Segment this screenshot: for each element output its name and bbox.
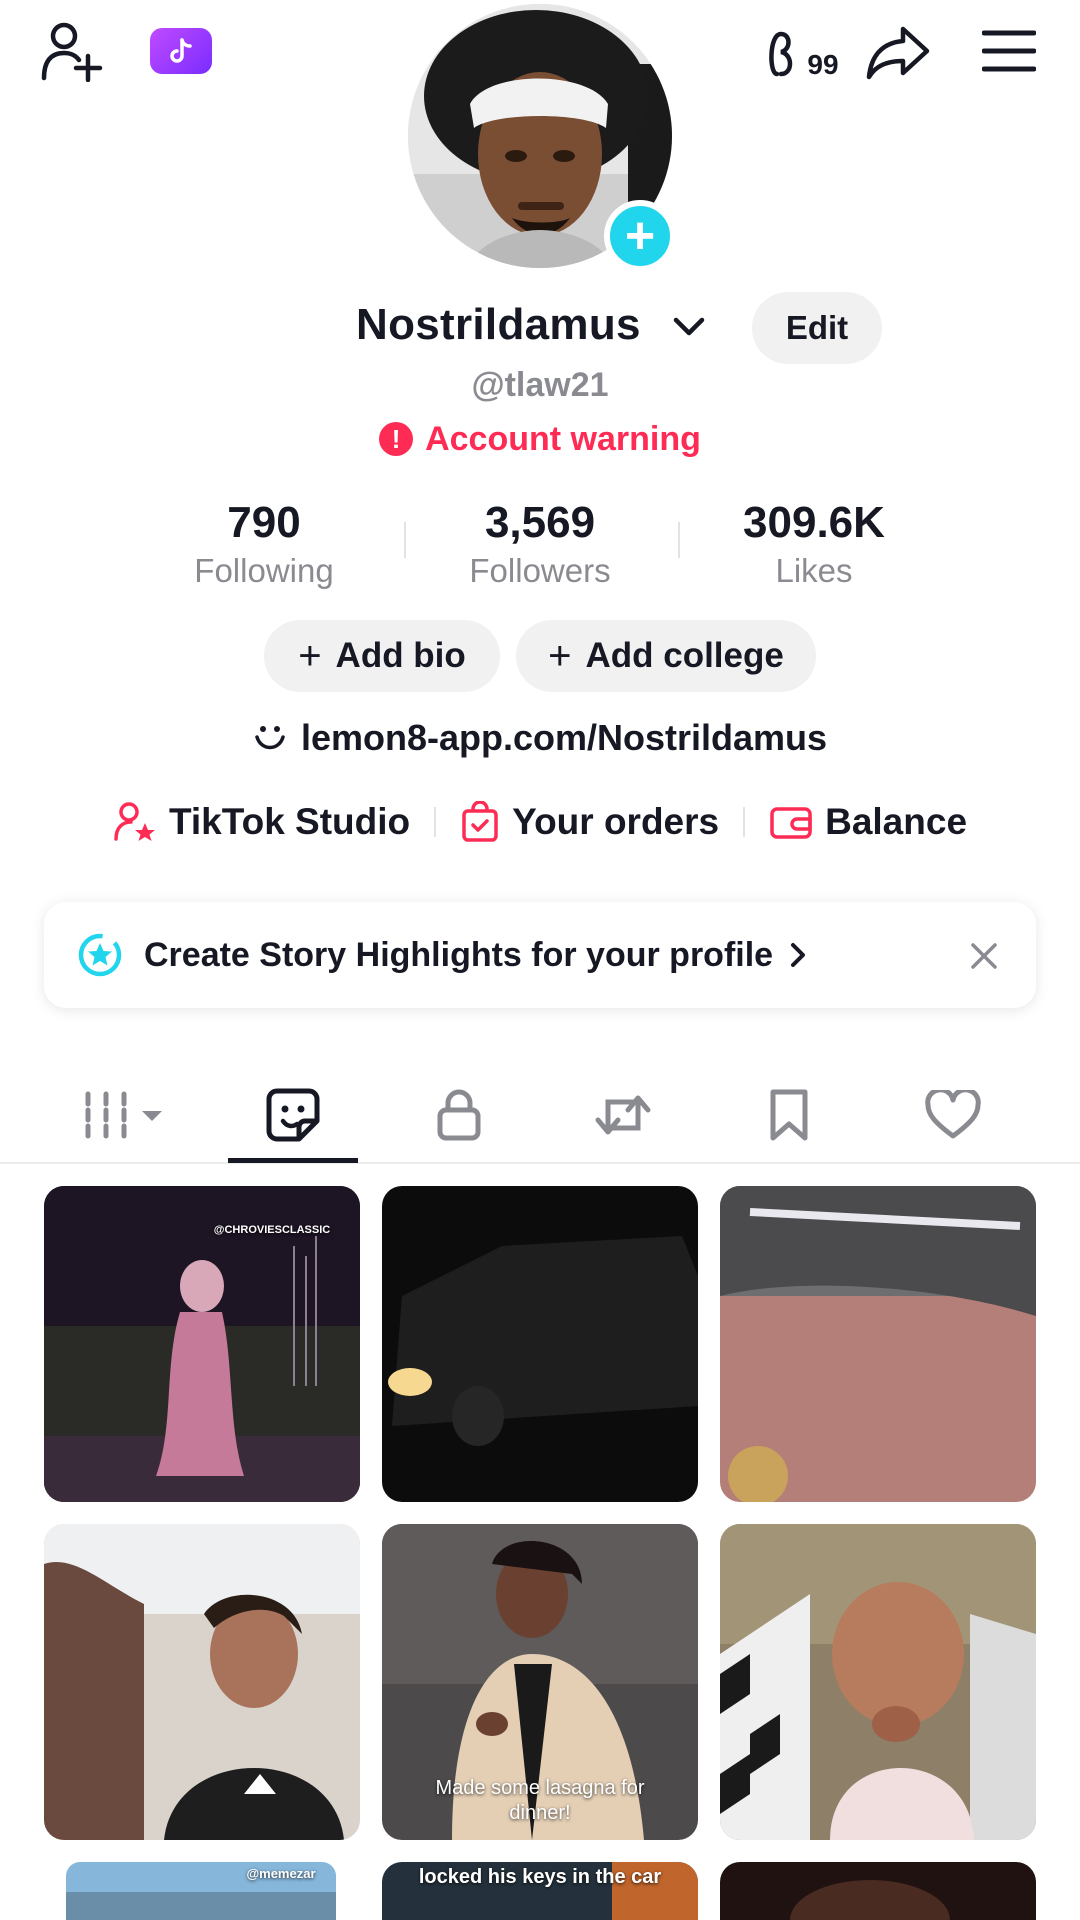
- add-friend-button[interactable]: [36, 18, 106, 84]
- tab-stickers[interactable]: [228, 1070, 358, 1163]
- visitors-count: 99: [807, 49, 839, 80]
- warning-icon: !: [379, 422, 414, 456]
- plus-icon: +: [624, 207, 656, 265]
- chevron-down-icon[interactable]: [672, 314, 706, 343]
- plus-icon: +: [298, 633, 322, 678]
- thumbnail-caption: locked his keys in the car: [418, 1866, 662, 1888]
- highlights-banner-text: Create Story Highlights for your profile: [144, 935, 774, 974]
- menu-button[interactable]: [978, 24, 1040, 78]
- creator-tools-row: TikTok Studio Your orders Balance: [0, 792, 1080, 852]
- visitors-icon: [769, 31, 793, 77]
- story-highlights-banner[interactable]: Create Story Highlights for your profile: [44, 902, 1036, 1008]
- tab-private[interactable]: [394, 1070, 524, 1160]
- stat-divider: [404, 522, 406, 558]
- heart-icon: [925, 1090, 981, 1139]
- stat-likes[interactable]: 309.6K Likes: [694, 498, 934, 590]
- video-thumbnail-image: [720, 1862, 1036, 1920]
- video-thumbnail-image: [382, 1186, 698, 1502]
- edit-profile-button[interactable]: Edit: [752, 292, 882, 364]
- video-thumbnail[interactable]: @memezar: [66, 1862, 336, 1920]
- balance-button[interactable]: Balance: [769, 801, 967, 843]
- tool-divider: [743, 807, 746, 837]
- likes-count: 309.6K: [743, 498, 885, 547]
- video-thumbnail-image: [720, 1524, 1036, 1840]
- tiktok-studio-button[interactable]: TikTok Studio: [113, 801, 410, 843]
- account-warning[interactable]: ! Account warning: [0, 414, 1080, 464]
- menu-icon: [982, 30, 1036, 72]
- video-thumbnail[interactable]: [720, 1862, 1036, 1920]
- videos-grid-icon: [85, 1091, 162, 1139]
- your-orders-button[interactable]: Your orders: [460, 801, 719, 843]
- share-icon: [866, 26, 930, 80]
- share-button[interactable]: [862, 20, 934, 84]
- video-thumbnail-image: [720, 1186, 1036, 1502]
- likes-label: Likes: [775, 552, 853, 589]
- profile-tabs: [0, 1070, 1080, 1164]
- thumbnail-caption: Made some lasagna for dinner!: [435, 1777, 645, 1824]
- close-banner-button[interactable]: [956, 928, 1012, 984]
- tiktok-app-icon: [170, 38, 192, 63]
- video-thumbnail[interactable]: locked his keys in the car: [382, 1862, 698, 1920]
- add-friend-icon: [41, 22, 103, 82]
- tiktok-studio-label: TikTok Studio: [168, 801, 411, 842]
- add-college-button[interactable]: + Add college: [516, 620, 816, 692]
- user-handle: @tlaw21: [471, 366, 609, 404]
- following-count: 790: [227, 498, 301, 547]
- chevron-right-icon: [791, 943, 806, 967]
- profile-link[interactable]: lemon8-app.com/Nostrildamus: [0, 710, 1080, 766]
- highlight-star-icon: [78, 933, 122, 977]
- bookmark-icon: [770, 1089, 808, 1141]
- repost-icon: [595, 1095, 651, 1135]
- account-warning-label: Account warning: [425, 419, 701, 458]
- profile-link-text: lemon8-app.com/Nostrildamus: [300, 717, 828, 758]
- video-thumbnail[interactable]: [720, 1524, 1036, 1840]
- your-orders-label: Your orders: [512, 801, 720, 842]
- add-story-button[interactable]: +: [604, 200, 676, 272]
- tab-videos[interactable]: [62, 1070, 192, 1160]
- lock-icon: [437, 1089, 481, 1141]
- display-name[interactable]: Nostrildamus: [356, 300, 641, 350]
- wallet-icon: [770, 807, 812, 839]
- add-bio-label: Add bio: [335, 636, 466, 675]
- tiktok-app-badge[interactable]: [150, 28, 212, 74]
- tab-reposts[interactable]: [558, 1070, 688, 1160]
- tab-liked[interactable]: [888, 1070, 1018, 1160]
- sticker-icon: [266, 1088, 320, 1142]
- video-thumbnail[interactable]: Made some lasagna for dinner!: [382, 1524, 698, 1840]
- tool-divider: [434, 807, 437, 837]
- video-thumbnail[interactable]: [382, 1186, 698, 1502]
- close-icon: [971, 943, 997, 969]
- add-college-label: Add college: [585, 636, 784, 675]
- followers-count: 3,569: [484, 498, 596, 547]
- stat-followers[interactable]: 3,569 Followers: [420, 498, 660, 590]
- video-thumbnail[interactable]: [720, 1186, 1036, 1502]
- thumbnail-watermark: @memezar: [246, 1866, 316, 1881]
- profile-visitors-button[interactable]: 99: [760, 22, 846, 86]
- video-thumbnail[interactable]: [44, 1524, 360, 1840]
- thumbnail-watermark: @CHROVIESCLASSIC: [213, 1224, 331, 1236]
- stat-following[interactable]: 790 Following: [144, 498, 384, 590]
- balance-label: Balance: [825, 801, 968, 842]
- add-bio-button[interactable]: + Add bio: [264, 620, 500, 692]
- stat-divider: [678, 522, 680, 558]
- followers-label: Followers: [469, 552, 611, 589]
- studio-icon: [114, 802, 155, 841]
- tab-favorites[interactable]: [724, 1070, 854, 1160]
- lemon8-smile-icon: [255, 726, 285, 750]
- plus-icon: +: [548, 633, 572, 678]
- video-thumbnail[interactable]: @CHROVIESCLASSIC: [44, 1186, 360, 1502]
- orders-icon: [462, 801, 498, 842]
- video-thumbnail-image: [44, 1524, 360, 1840]
- following-label: Following: [194, 552, 334, 589]
